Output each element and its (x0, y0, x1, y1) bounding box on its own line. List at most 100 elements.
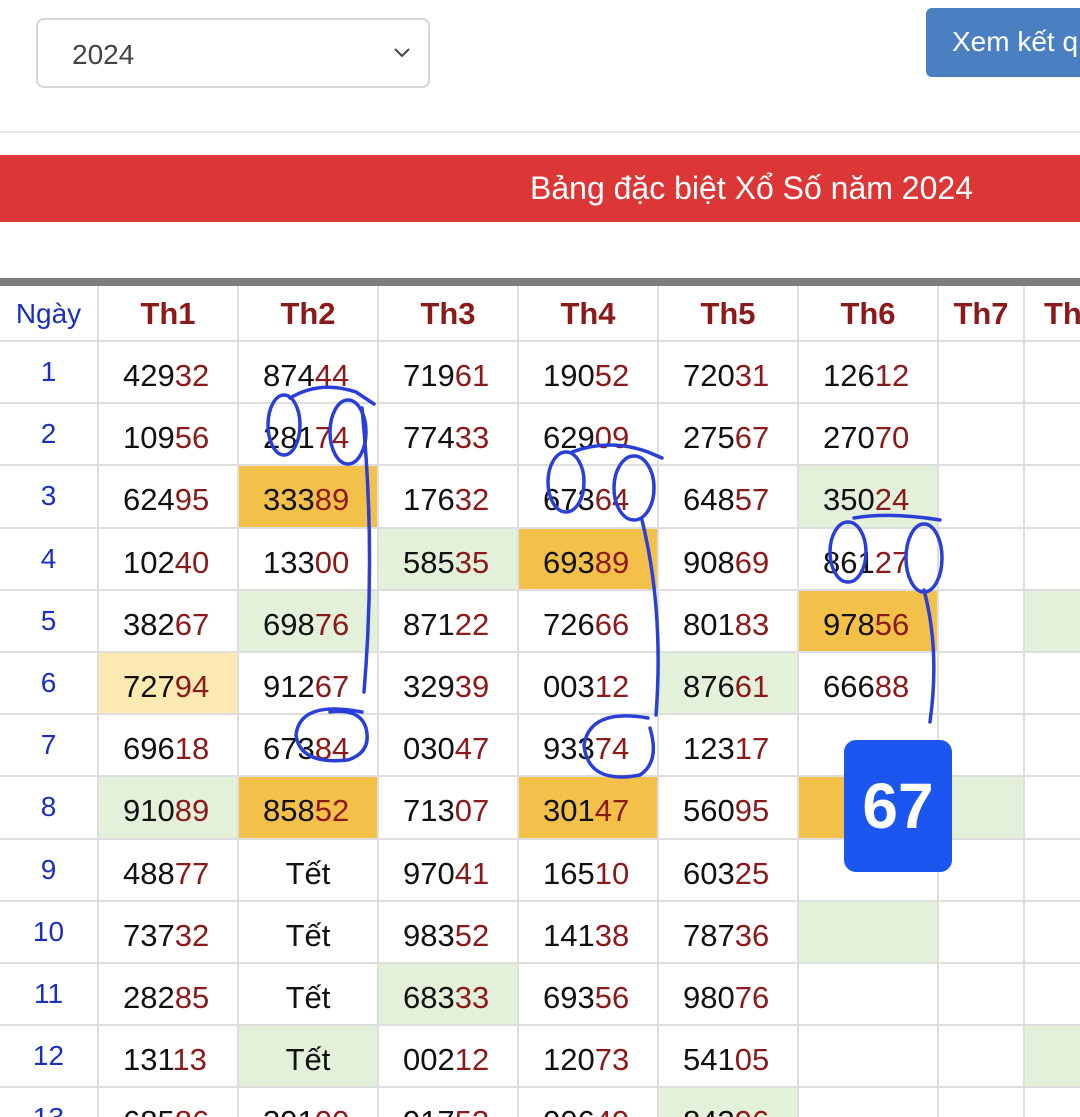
result-cell (1025, 404, 1080, 466)
result-cell: Tết (239, 964, 379, 1026)
result-tail-digits: 52 (314, 793, 350, 828)
result-head-digits: 910 (123, 793, 175, 828)
view-results-button[interactable]: Xem kết q (926, 8, 1080, 77)
result-head-digits: 429 (123, 358, 175, 393)
result-tail-digits: 52 (594, 358, 630, 393)
result-cell: 68586 (99, 1088, 239, 1117)
result-head-digits: 333 (263, 482, 315, 517)
chevron-down-icon (394, 48, 410, 58)
result-cell (1025, 342, 1080, 404)
result-tail-digits: 47 (454, 731, 490, 766)
result-head-digits: 624 (123, 482, 175, 517)
result-head-digits: 727 (123, 669, 175, 704)
result-head-digits: 843 (683, 1104, 735, 1117)
result-head-digits: 560 (683, 793, 735, 828)
result-head-digits: 933 (543, 731, 595, 766)
result-head-digits: 720 (683, 358, 735, 393)
result-cell: 87661 (659, 653, 799, 715)
day-number: 13 (0, 1088, 99, 1117)
result-tail-digits: 70 (874, 420, 910, 455)
result-head-digits: 131 (123, 1042, 173, 1077)
result-head-digits: 391 (263, 1104, 315, 1117)
result-tail-digits: 00 (315, 1104, 349, 1117)
result-cell: 97856 (799, 591, 939, 653)
day-number: 5 (0, 591, 99, 653)
result-head-digits: 874 (263, 358, 315, 393)
result-head-digits: 917 (403, 1104, 455, 1117)
result-cell (1025, 466, 1080, 529)
result-tail-digits: 31 (734, 358, 770, 393)
result-tail-digits: 85 (174, 980, 210, 1015)
result-tail-digits: 52 (454, 918, 490, 953)
banner: Bảng đặc biệt Xổ Số năm 2024 (0, 155, 1080, 222)
result-cell: 48877 (99, 840, 239, 902)
result-cell: 56095 (659, 777, 799, 840)
column-header-month: Th8 (1025, 286, 1080, 342)
result-cell: 64857 (659, 466, 799, 529)
result-head-digits: 585 (403, 545, 455, 580)
result-cell: 58535 (379, 529, 519, 591)
result-head-digits: 983 (403, 918, 455, 953)
year-select[interactable]: 2024 (36, 18, 430, 88)
result-head-digits: 978 (823, 607, 875, 642)
divider (0, 131, 1080, 133)
result-cell: 68333 (379, 964, 519, 1026)
result-cell: 30147 (519, 777, 659, 840)
result-cell: 28285 (99, 964, 239, 1026)
result-cell: 13300 (239, 529, 379, 591)
result-tail-digits: 12 (454, 1042, 490, 1077)
column-header-month: Th7 (939, 286, 1025, 342)
result-cell: 00312 (519, 653, 659, 715)
result-cell (1025, 777, 1080, 840)
result-head-digits: 382 (123, 607, 175, 642)
result-tail-digits: 69 (734, 545, 770, 580)
result-cell: 19052 (519, 342, 659, 404)
result-cell: 71307 (379, 777, 519, 840)
result-cell: 10956 (99, 404, 239, 466)
result-head-digits: 176 (403, 482, 455, 517)
column-header-month: Th2 (239, 286, 379, 342)
result-cell: 35024 (799, 466, 939, 529)
result-tail-digits: 89 (174, 793, 210, 828)
result-head-digits: 281 (263, 420, 315, 455)
result-cell: 38267 (99, 591, 239, 653)
result-head-digits: 685 (123, 1104, 175, 1117)
result-cell: 67384 (239, 715, 379, 777)
result-tail-digits: 09 (594, 420, 630, 455)
result-head-digits: 908 (683, 545, 735, 580)
result-tail-digits: 57 (734, 482, 770, 517)
result-head-digits: 329 (403, 669, 455, 704)
result-tail-digits: 76 (314, 607, 350, 642)
result-head-digits: 693 (543, 980, 595, 1015)
result-cell: 27567 (659, 404, 799, 466)
result-tail-digits: 89 (594, 545, 630, 580)
result-cell: 98076 (659, 964, 799, 1026)
result-tail-digits: 44 (314, 358, 350, 393)
result-tail-digits: 66 (594, 607, 630, 642)
result-cell (939, 342, 1025, 404)
result-cell: 91267 (239, 653, 379, 715)
result-tail-digits: 74 (314, 420, 350, 455)
result-cell (1025, 653, 1080, 715)
result-tail-digits: 67 (734, 420, 770, 455)
result-head-digits: 030 (403, 731, 455, 766)
result-cell: 85852 (239, 777, 379, 840)
result-cell: 72031 (659, 342, 799, 404)
result-cell: 78736 (659, 902, 799, 964)
result-cell: 33389 (239, 466, 379, 529)
result-head-digits: 133 (263, 545, 315, 580)
result-tail-digits: 53 (455, 1104, 489, 1117)
result-cell (939, 1026, 1025, 1088)
result-head-digits: 801 (683, 607, 735, 642)
result-head-digits: 719 (403, 358, 455, 393)
result-cell (799, 964, 939, 1026)
result-tail-digits: 89 (314, 482, 350, 517)
result-tail-digits: 73 (594, 1042, 630, 1077)
result-tail-digits: 94 (174, 669, 210, 704)
result-cell: Tết (239, 1026, 379, 1088)
result-head-digits: 774 (403, 420, 455, 455)
result-cell: 86127 (799, 529, 939, 591)
result-tail-digits: 56 (594, 980, 630, 1015)
result-cell: 69876 (239, 591, 379, 653)
result-tail-digits: 41 (454, 856, 490, 891)
